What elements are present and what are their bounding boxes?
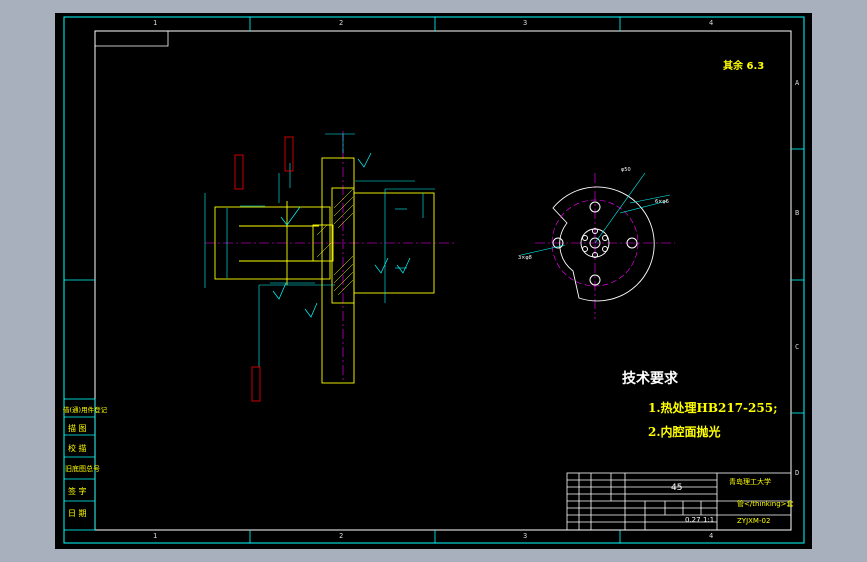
material: 45 (671, 483, 683, 493)
section-view (204, 131, 455, 402)
zone-row-b: B (795, 209, 800, 217)
zone-col-1-top: 1 (153, 19, 158, 27)
side-panel-item-1: 借(通)用件登记 (63, 406, 108, 414)
tech-req-item-1: 1.热处理HB217-255; (648, 401, 778, 415)
zone-col-4-top: 4 (709, 19, 714, 27)
cad-drawing: φ50 6×φ6 3×φ8 (63, 16, 805, 544)
zone-row-c: C (795, 343, 800, 351)
zone-col-3-bottom: 3 (523, 532, 528, 540)
zone-col-2-bottom: 2 (339, 532, 344, 540)
zone-col-3-top: 3 (523, 19, 528, 27)
school-name: 青岛理工大学 (729, 478, 771, 486)
zone-row-d: D (795, 469, 800, 477)
tech-req-item-2: 2.内腔面抛光 (648, 425, 721, 439)
roughness-note: 其余 6.3 (723, 61, 765, 72)
side-panel-item-3: 校 描 (68, 444, 87, 453)
tech-req-title: 技术要求 (622, 371, 678, 387)
side-panel-item-4: 旧底图总号 (65, 465, 100, 473)
side-panel-item-5: 签 字 (68, 487, 87, 496)
part-name: 管</thinking>套 (737, 500, 794, 508)
zone-col-4-bottom: 4 (709, 532, 714, 540)
zone-row-a: A (795, 79, 800, 87)
end-view: φ50 6×φ6 3×φ8 (518, 167, 675, 319)
side-panel-item-6: 日 期 (68, 509, 87, 518)
corner-box (95, 31, 169, 47)
svg-text:6×φ6: 6×φ6 (655, 199, 669, 205)
svg-text:φ50: φ50 (621, 167, 631, 173)
mass: 0.27 (685, 516, 701, 524)
inner-frame (94, 30, 792, 531)
side-panel-item-2: 描 图 (68, 424, 87, 433)
drawing-number: ZYJXM-02 (737, 517, 771, 525)
drawing-sheet: φ50 6×φ6 3×φ8 1 2 3 4 1 2 3 4 A B C D 其余… (55, 13, 812, 549)
zone-col-1-bottom: 1 (153, 532, 158, 540)
svg-text:3×φ8: 3×φ8 (518, 255, 532, 261)
zone-col-2-top: 2 (339, 19, 344, 27)
scale: 1:1 (703, 516, 715, 524)
